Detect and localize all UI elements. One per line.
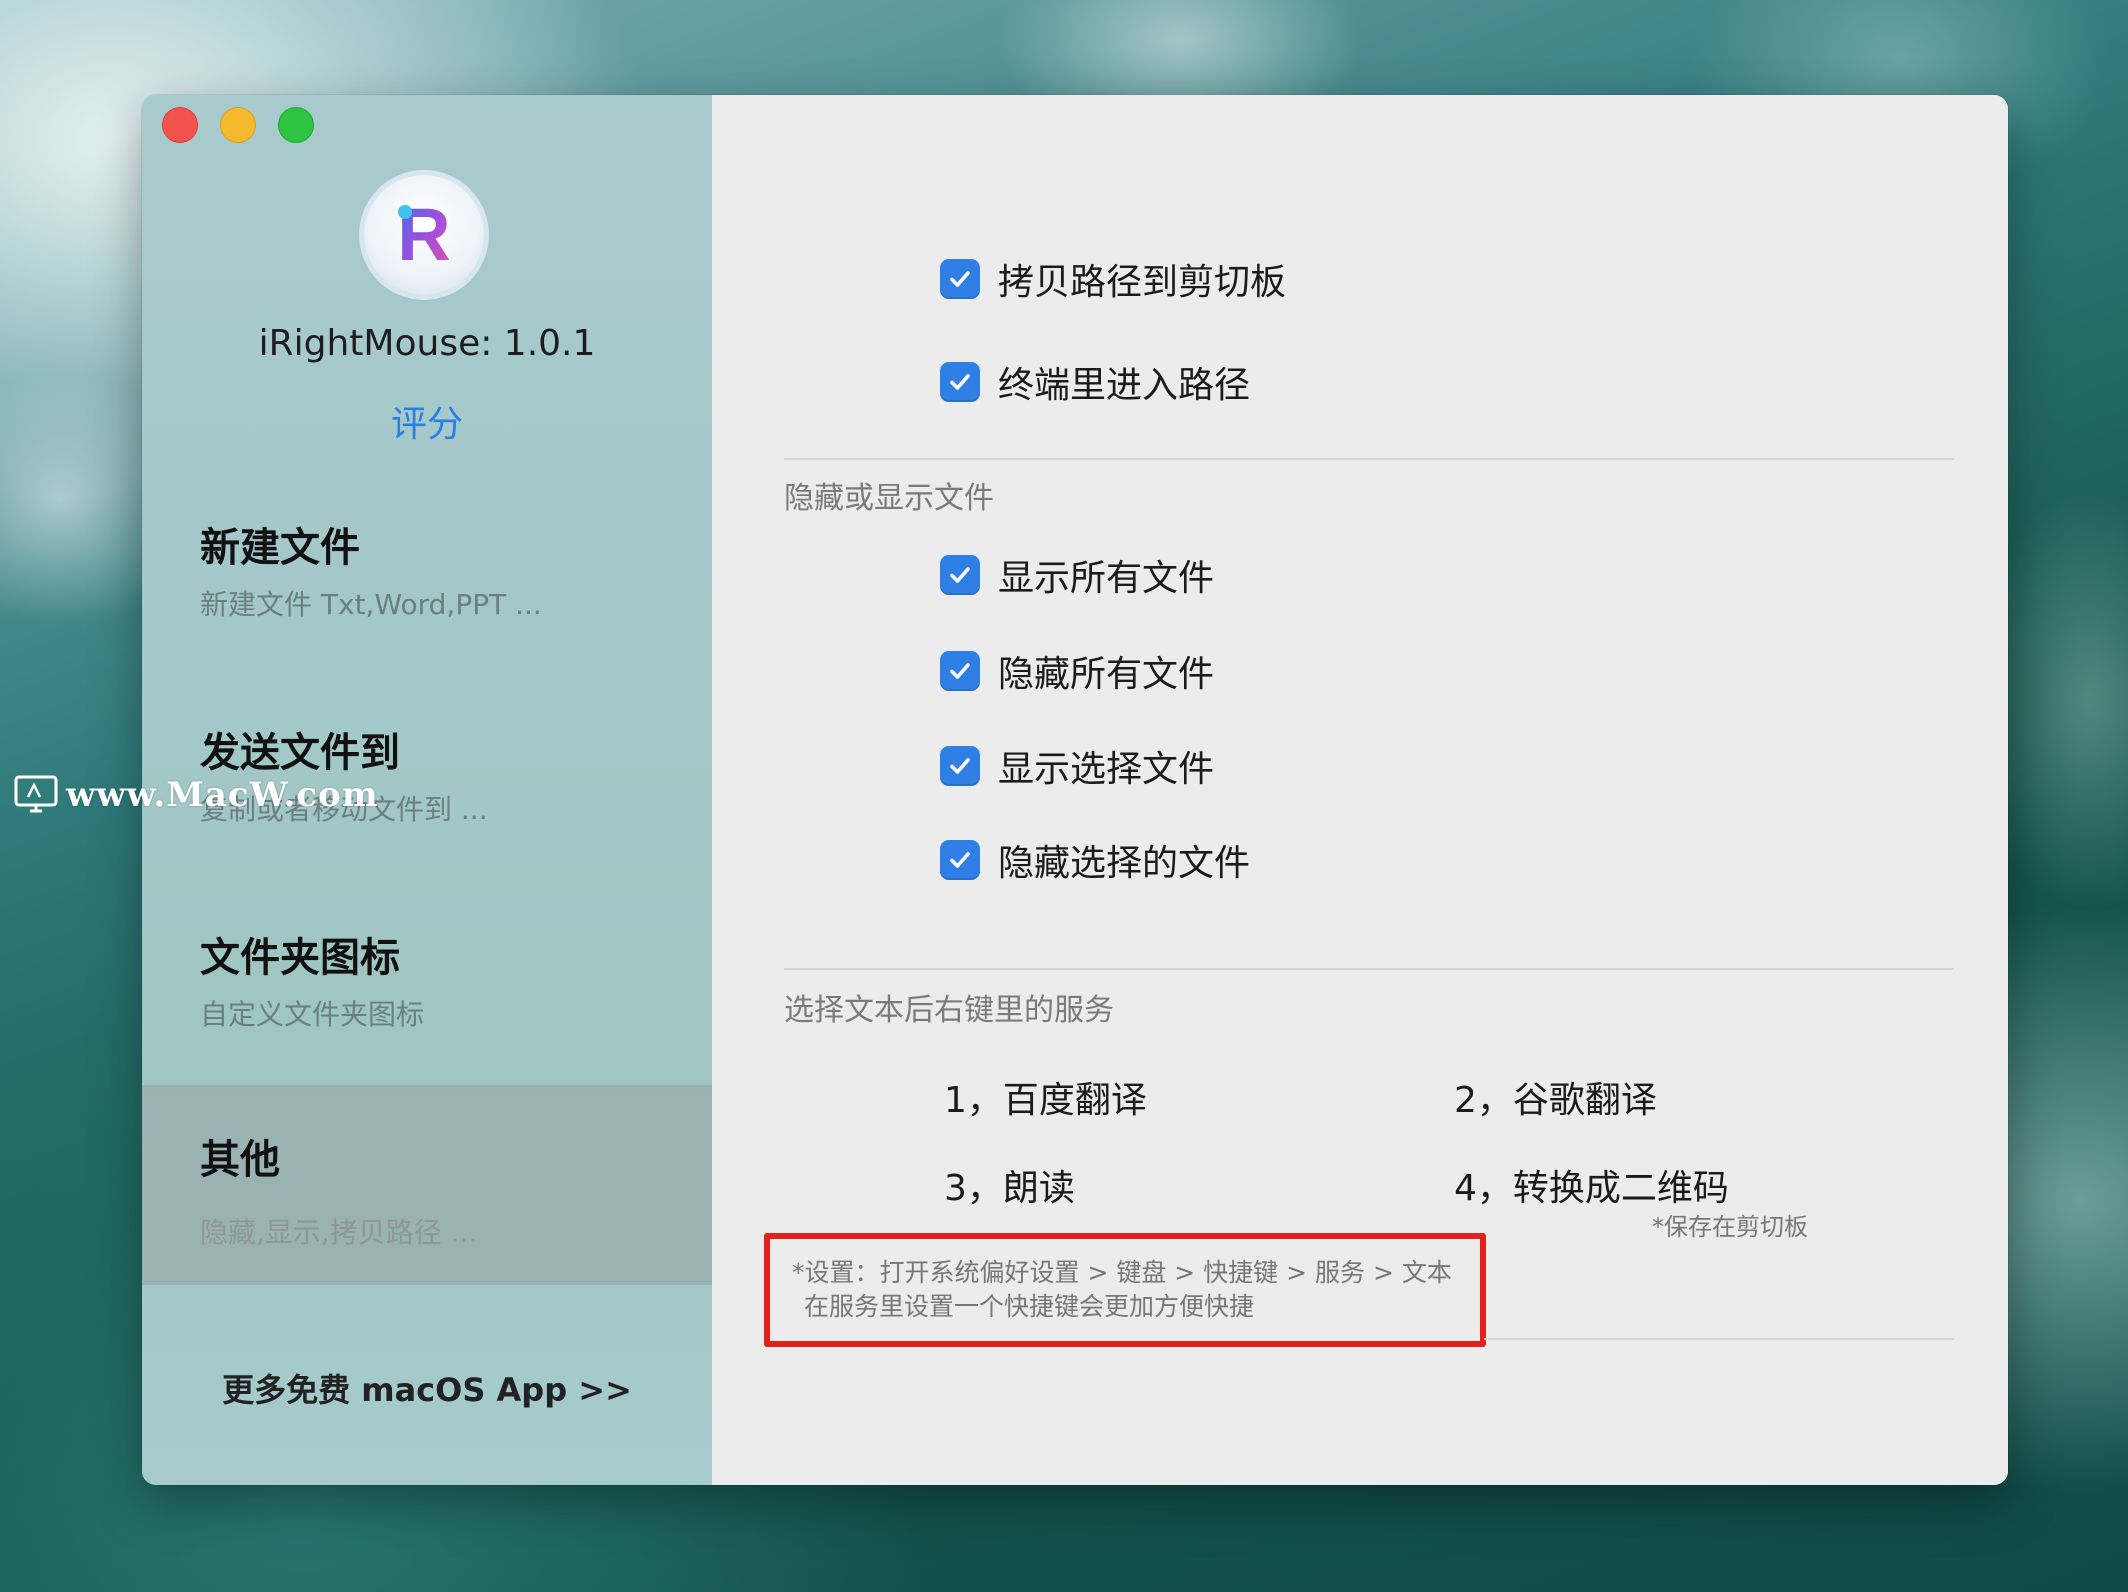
sidebar-item-title: 发送文件到 bbox=[200, 730, 400, 776]
show-all-files-checkbox[interactable]: 显示所有文件 bbox=[940, 549, 1214, 601]
sidebar-item-send-to[interactable]: 发送文件到 复制或者移动文件到 ... bbox=[142, 720, 712, 920]
checkbox-label: 终端里进入路径 bbox=[998, 365, 1251, 406]
checkmark-icon bbox=[950, 852, 970, 868]
qr-note: *保存在剪切板 bbox=[1652, 1213, 1808, 1241]
setup-note-line: 在服务里设置一个快捷键会更加方便快捷 bbox=[804, 1292, 1255, 1321]
copy-path-checkbox[interactable]: 拷贝路径到剪切板 bbox=[940, 253, 1286, 305]
checkbox-label: 隐藏选择的文件 bbox=[998, 843, 1251, 884]
zoom-window-button[interactable] bbox=[278, 107, 314, 143]
settings-panel: 拷贝路径到剪切板 终端里进入路径 隐藏或显示文件 显示所有文件 隐藏所有文件 显… bbox=[712, 95, 2008, 1485]
checkbox-checked[interactable] bbox=[940, 362, 980, 402]
window-controls bbox=[162, 107, 314, 143]
checkmark-icon bbox=[950, 374, 970, 390]
app-version: iRightMouse: 1.0.1 bbox=[258, 323, 596, 364]
checkmark-icon bbox=[950, 271, 970, 287]
sidebar-item-subtitle: 新建文件 Txt,Word,PPT ... bbox=[200, 588, 542, 621]
setup-note-line: *设置：打开系统偏好设置 > 键盘 > 快捷键 > 服务 > 文本 bbox=[792, 1258, 1452, 1287]
checkbox-label: 隐藏所有文件 bbox=[998, 654, 1215, 695]
checkbox-checked[interactable] bbox=[940, 259, 980, 299]
service-item: 3，朗读 bbox=[944, 1168, 1075, 1209]
terminal-path-checkbox[interactable]: 终端里进入路径 bbox=[940, 356, 1250, 408]
watermark: www.MacW.com bbox=[14, 775, 379, 815]
section-title-hide-show: 隐藏或显示文件 bbox=[784, 481, 994, 516]
monitor-icon bbox=[14, 775, 58, 813]
hide-all-files-checkbox[interactable]: 隐藏所有文件 bbox=[940, 645, 1214, 697]
app-logo: R bbox=[364, 175, 484, 295]
checkbox-label: 显示选择文件 bbox=[998, 749, 1215, 790]
sidebar-item-subtitle: 自定义文件夹图标 bbox=[200, 998, 425, 1031]
close-window-button[interactable] bbox=[162, 107, 198, 143]
rate-link[interactable]: 评分 bbox=[142, 395, 712, 447]
divider bbox=[1484, 1338, 1954, 1340]
minimize-window-button[interactable] bbox=[220, 107, 256, 143]
service-item: 4，转换成二维码 bbox=[1454, 1168, 1729, 1209]
checkbox-label: 显示所有文件 bbox=[998, 558, 1215, 599]
hide-selected-files-checkbox[interactable]: 隐藏选择的文件 bbox=[940, 834, 1250, 886]
checkmark-icon bbox=[950, 567, 970, 583]
checkbox-checked[interactable] bbox=[940, 746, 980, 786]
checkmark-icon bbox=[950, 758, 970, 774]
checkbox-label: 拷贝路径到剪切板 bbox=[998, 262, 1287, 303]
divider bbox=[784, 458, 1954, 460]
watermark-text: www.MacW.com bbox=[66, 775, 379, 815]
section-title-services: 选择文本后右键里的服务 bbox=[784, 993, 1114, 1028]
app-logo-icon: R bbox=[397, 193, 450, 276]
app-window: R iRightMouse: 1.0.1 评分 新建文件 新建文件 Txt,Wo… bbox=[142, 95, 2008, 1485]
checkbox-checked[interactable] bbox=[940, 555, 980, 595]
show-selected-files-checkbox[interactable]: 显示选择文件 bbox=[940, 740, 1214, 792]
sidebar-item-subtitle: 隐藏,显示,拷贝路径 ... bbox=[200, 1216, 478, 1249]
divider bbox=[784, 968, 1954, 970]
sidebar-item-new-file[interactable]: 新建文件 新建文件 Txt,Word,PPT ... bbox=[142, 515, 712, 715]
service-item: 1，百度翻译 bbox=[944, 1080, 1147, 1121]
checkbox-checked[interactable] bbox=[940, 840, 980, 880]
sidebar-item-title: 文件夹图标 bbox=[200, 935, 400, 981]
sidebar-item-title: 其他 bbox=[200, 1137, 280, 1183]
checkmark-icon bbox=[950, 663, 970, 679]
checkbox-checked[interactable] bbox=[940, 651, 980, 691]
sidebar-item-title: 新建文件 bbox=[200, 525, 360, 571]
setup-note-highlight: *设置：打开系统偏好设置 > 键盘 > 快捷键 > 服务 > 文本 在服务里设置… bbox=[764, 1233, 1486, 1347]
sidebar-item-other[interactable]: 其他 隐藏,显示,拷贝路径 ... bbox=[142, 1085, 712, 1285]
more-apps-link[interactable]: 更多免费 macOS App >> bbox=[142, 1365, 712, 1411]
service-item: 2，谷歌翻译 bbox=[1454, 1080, 1657, 1121]
